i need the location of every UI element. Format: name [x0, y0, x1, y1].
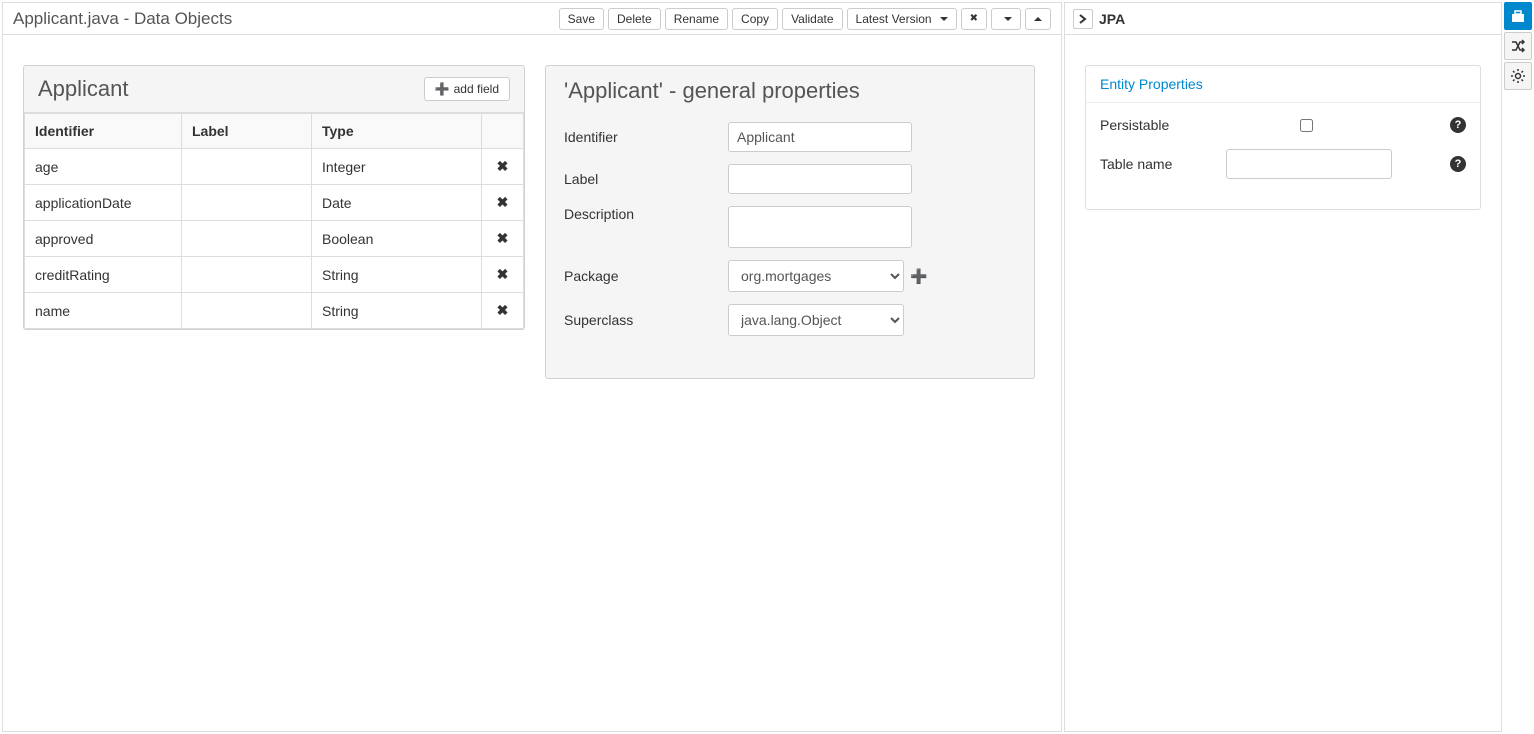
description-input[interactable]	[728, 206, 912, 248]
persistable-label: Persistable	[1100, 117, 1226, 133]
field-identifier: approved	[25, 221, 182, 257]
field-label	[182, 149, 312, 185]
identifier-label: Identifier	[564, 129, 728, 145]
entity-properties-header: Entity Properties	[1086, 66, 1480, 103]
table-name-label: Table name	[1100, 156, 1226, 172]
field-type: String	[312, 257, 482, 293]
table-row[interactable]: applicationDate Date ✖	[25, 185, 524, 221]
side-panel-title: JPA	[1099, 11, 1125, 27]
entity-properties-card: Entity Properties Persistable ? Table na…	[1085, 65, 1481, 210]
table-name-help-icon[interactable]: ?	[1450, 156, 1466, 172]
field-identifier: creditRating	[25, 257, 182, 293]
label-label: Label	[564, 171, 728, 187]
remove-field-icon[interactable]: ✖	[497, 266, 509, 282]
close-button[interactable]	[961, 8, 987, 30]
field-identifier: age	[25, 149, 182, 185]
field-label	[182, 185, 312, 221]
superclass-select[interactable]: java.lang.Object	[728, 304, 904, 336]
remove-field-icon[interactable]: ✖	[497, 158, 509, 174]
field-identifier: applicationDate	[25, 185, 182, 221]
description-label: Description	[564, 206, 728, 222]
field-identifier: name	[25, 293, 182, 329]
table-row[interactable]: creditRating String ✖	[25, 257, 524, 293]
col-actions	[482, 114, 524, 149]
field-type: Date	[312, 185, 482, 221]
identifier-input[interactable]	[728, 122, 912, 152]
editor-header: Applicant.java - Data Objects Save Delet…	[3, 3, 1061, 35]
table-row[interactable]: name String ✖	[25, 293, 524, 329]
field-type: String	[312, 293, 482, 329]
remove-field-icon[interactable]: ✖	[497, 302, 509, 318]
field-label	[182, 293, 312, 329]
field-label	[182, 221, 312, 257]
collapse-right-panel-icon[interactable]	[1073, 9, 1093, 29]
delete-button[interactable]: Delete	[608, 8, 661, 30]
toolbox-icon[interactable]	[1504, 2, 1532, 30]
fields-table: Identifier Label Type ageInteger✖applica…	[24, 113, 524, 329]
plus-icon: ➕	[435, 82, 450, 96]
add-package-icon[interactable]: ➕	[910, 268, 927, 285]
table-name-input[interactable]	[1226, 149, 1392, 179]
persistable-help-icon[interactable]: ?	[1450, 117, 1466, 133]
save-button[interactable]: Save	[559, 8, 604, 30]
package-select[interactable]: org.mortgages	[728, 260, 904, 292]
field-type: Integer	[312, 149, 482, 185]
fields-title: Applicant	[38, 76, 424, 102]
editor-title: Applicant.java - Data Objects	[13, 9, 559, 29]
col-identifier: Identifier	[25, 114, 182, 149]
collapse-button[interactable]	[991, 8, 1021, 30]
col-type: Type	[312, 114, 482, 149]
col-label: Label	[182, 114, 312, 149]
table-row[interactable]: approved Boolean ✖	[25, 221, 524, 257]
shuffle-icon[interactable]	[1504, 32, 1532, 60]
field-label	[182, 257, 312, 293]
validate-button[interactable]: Validate	[782, 8, 842, 30]
field-type: Boolean	[312, 221, 482, 257]
copy-button[interactable]: Copy	[732, 8, 778, 30]
rename-button[interactable]: Rename	[665, 8, 728, 30]
remove-field-icon[interactable]: ✖	[497, 230, 509, 246]
label-input[interactable]	[728, 164, 912, 194]
fields-card: Applicant ➕ add field Identifier Label	[23, 65, 525, 330]
general-properties-title: 'Applicant' - general properties	[564, 78, 1016, 104]
version-dropdown[interactable]: Latest Version	[847, 8, 957, 30]
table-row[interactable]: age Integer ✖	[25, 149, 524, 185]
add-field-button[interactable]: ➕ add field	[424, 77, 510, 101]
remove-field-icon[interactable]: ✖	[497, 194, 509, 210]
superclass-label: Superclass	[564, 312, 728, 328]
package-label: Package	[564, 268, 728, 284]
expand-button[interactable]	[1025, 8, 1051, 30]
persistable-checkbox[interactable]	[1300, 119, 1313, 132]
gear-icon[interactable]	[1504, 62, 1532, 90]
general-properties-card: 'Applicant' - general properties Identif…	[545, 65, 1035, 379]
